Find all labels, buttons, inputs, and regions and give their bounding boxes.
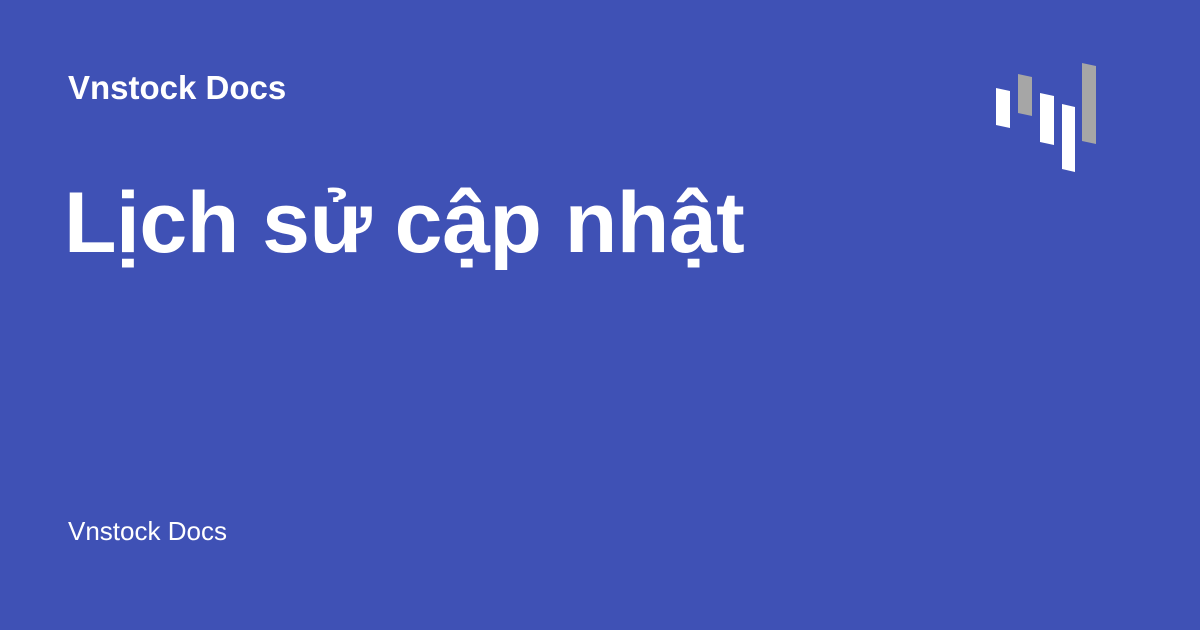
social-card: Vnstock Docs Lịch sử cập nhật Vnstock Do…: [0, 0, 1200, 630]
page-title: Lịch sử cập nhật: [64, 175, 745, 271]
site-name-footer: Vnstock Docs: [68, 516, 227, 546]
vnstock-logo-icon: [996, 63, 1096, 172]
logo-bar-3: [1040, 93, 1054, 145]
logo-bar-1: [996, 88, 1010, 128]
logo-bar-5: [1082, 63, 1096, 144]
logo-bar-4: [1062, 104, 1075, 172]
site-name-header: Vnstock Docs: [68, 69, 287, 106]
logo-bar-2: [1018, 74, 1032, 116]
